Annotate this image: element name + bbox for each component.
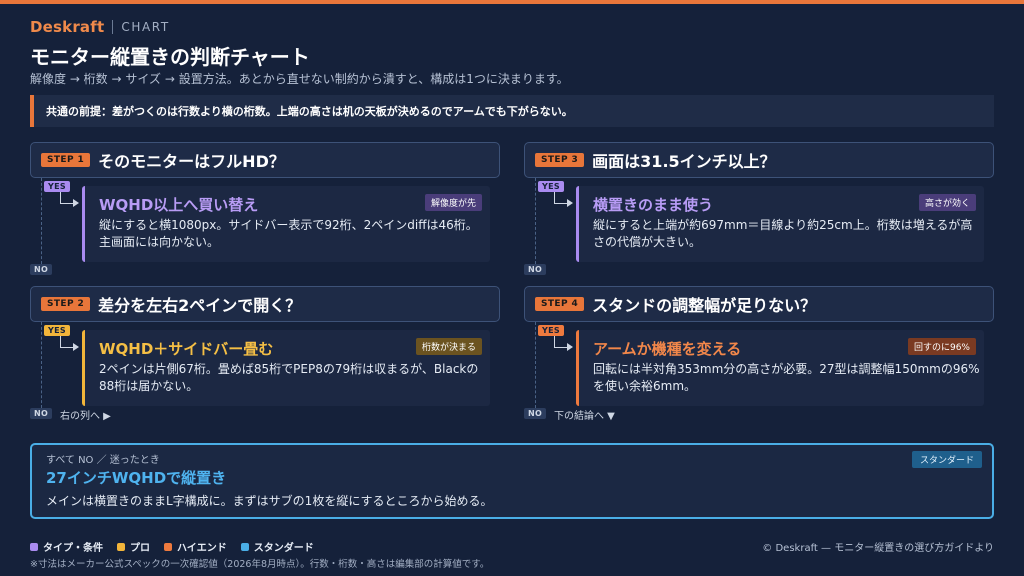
step1-question-box: STEP 1 そのモニターはフルHD？ [30, 142, 500, 178]
step2-result-tag: 桁数が決まる [415, 338, 482, 355]
step1-result-tag: 解像度が先 [424, 194, 482, 211]
legend-item-pro: プロ [117, 539, 150, 554]
step4-yes-connector [554, 347, 567, 348]
legend-label: ハイエンド [177, 543, 227, 554]
step2-result-title: WQHD＋サイドバー畳む [99, 340, 274, 358]
step2-yes-connector-vertical [60, 336, 61, 347]
legend-label: スタンダード [253, 543, 314, 554]
step3-yes-tag: YES [538, 181, 564, 192]
legend-label: タイプ・条件 [43, 543, 103, 554]
step1-badge: STEP 1 [41, 153, 91, 167]
step1-no-path [41, 178, 42, 264]
step3-result-card: 横置きのまま使う 高さが効く 縦にすると上端が約697mm＝目線より約25cm上… [576, 186, 984, 262]
step2-yes-connector [60, 347, 73, 348]
step3-result-desc: 縦にすると上端が約697mm＝目線より約25cm上。桁数は増えるが高さの代償が大… [593, 218, 973, 249]
credit: © Deskraft — モニター縦置きの選び方ガイドより [762, 543, 994, 554]
legend: タイプ・条件 プロ ハイエンド スタンダード [30, 539, 328, 554]
step3-badge: STEP 3 [535, 153, 585, 167]
step4-no-path [535, 322, 536, 408]
step3-result-tag: 高さが効く [918, 194, 976, 211]
standard-tag: スタンダード [911, 451, 982, 468]
step3-yes-arrow-icon [567, 199, 573, 207]
step2-next-note: 右の列へ ▶ [60, 411, 111, 422]
step4-yes-tag: YES [538, 325, 564, 336]
legend-item-standard: スタンダード [240, 539, 314, 554]
step1-question: そのモニターはフルHD？ [98, 152, 285, 171]
step2-question-box: STEP 2 差分を左右2ペインで開く？ [30, 286, 500, 322]
step3-question: 画面は31.5インチ以上？ [592, 152, 776, 171]
step3-question-box: STEP 3 画面は31.5インチ以上？ [524, 142, 994, 178]
legend-item-high: ハイエンド [164, 539, 227, 554]
brand-divider [112, 20, 114, 34]
step4-result-tag: 回すのに96% [907, 338, 976, 355]
brand-logo-text: Deskraft [30, 18, 105, 36]
page-subtitle: 解像度 → 桁数 → サイズ → 設置方法。あとから直せない制約から潰すと、構成… [30, 72, 569, 86]
legend-swatch-icon [30, 542, 38, 551]
step2-result-card: WQHD＋サイドバー畳む 桁数が決まる 2ペインは片側67桁。畳めば85桁でPE… [82, 330, 490, 406]
step1-result-desc: 縦にすると横1080px。サイドバー表示で92桁、2ペインdiffは46桁。主画… [99, 218, 478, 249]
step4-badge: STEP 4 [535, 297, 585, 311]
step2-no-path [41, 322, 42, 408]
step1-yes-tag: YES [44, 181, 70, 192]
step1-yes-arrow-icon [73, 199, 79, 207]
legend-swatch-icon [117, 542, 125, 551]
legend-label: プロ [130, 543, 150, 554]
step4-yes-connector-vertical [554, 336, 555, 347]
brand-header: Deskraft CHART [30, 17, 170, 37]
step3-no-path [535, 178, 536, 264]
step4-question: スタンドの調整幅が足りない？ [592, 296, 817, 315]
step3-yes-connector-vertical [554, 192, 555, 203]
step3-result-title: 横置きのまま使う [593, 196, 714, 214]
legend-swatch-icon [164, 542, 172, 551]
legend-item-type: タイプ・条件 [30, 539, 103, 554]
premise-banner: 共通の前提：差がつくのは行数より横の桁数。上端の高さは机の天板が決めるのでアーム… [30, 95, 994, 127]
standard-label: すべて NO ／ 迷ったとき [46, 455, 160, 466]
step4-result-title: アームか機種を変える [593, 340, 742, 358]
step2-yes-tag: YES [44, 325, 70, 336]
step1-no-tag: NO [30, 264, 53, 275]
step4-no-tag: NO [524, 408, 547, 419]
step3-yes-connector [554, 203, 567, 204]
step4-next-note: 下の結論へ ▼ [554, 411, 615, 422]
step1-yes-connector [60, 203, 73, 204]
brand-section-label: CHART [121, 20, 170, 34]
step1-yes-connector-vertical [60, 192, 61, 203]
step2-badge: STEP 2 [41, 297, 91, 311]
step2-no-tag: NO [30, 408, 53, 419]
legend-swatch-icon [240, 542, 249, 551]
footnote: ※寸法はメーカー公式スペックの一次確認値（2026年8月時点）。行数・桁数・高さ… [30, 559, 490, 570]
step1-result-title: WQHD以上へ買い替え [99, 196, 259, 214]
standard-conclusion-box: すべて NO ／ 迷ったとき 27インチWQHDで縦置き メインは横置きのままL… [30, 443, 994, 519]
step4-yes-arrow-icon [567, 343, 573, 351]
step4-result-card: アームか機種を変える 回すのに96% 回転には半対角353mm分の高さが必要。2… [576, 330, 984, 406]
step4-question-box: STEP 4 スタンドの調整幅が足りない？ [524, 286, 994, 322]
top-accent-bar [0, 0, 1024, 4]
step2-yes-arrow-icon [73, 343, 79, 351]
standard-desc: メインは横置きのままL字構成に。まずはサブの1枚を縦にするところから始める。 [46, 494, 493, 508]
page-title: モニター縦置きの判断チャート [30, 45, 310, 69]
step2-question: 差分を左右2ペインで開く？ [98, 296, 302, 315]
step4-result-desc: 回転には半対角353mm分の高さが必要。27型は調整幅150mmの96%を使い余… [593, 362, 980, 393]
standard-title: 27インチWQHDで縦置き [46, 469, 227, 487]
step2-result-desc: 2ペインは片側67桁。畳めば85桁でPEP8の79桁は収まるが、Blackの88… [99, 362, 479, 393]
premise-text: 共通の前提：差がつくのは行数より横の桁数。上端の高さは机の天板が決めるのでアーム… [46, 105, 573, 118]
step1-result-card: WQHD以上へ買い替え 解像度が先 縦にすると横1080px。サイドバー表示で9… [82, 186, 490, 262]
step3-no-tag: NO [524, 264, 547, 275]
